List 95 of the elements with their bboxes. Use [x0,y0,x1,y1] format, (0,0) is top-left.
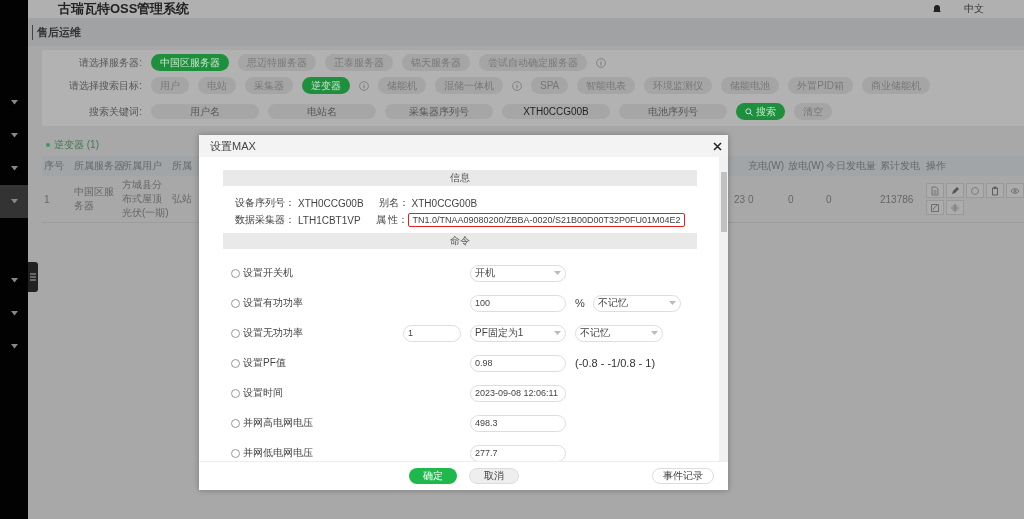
dropdown[interactable]: 开机 [470,264,566,282]
eye-icon [1010,185,1020,196]
info-value: XTH0CCG00B [297,196,365,210]
table-cell-text: 0 [825,193,833,205]
column-header: 累计发电 [879,159,921,173]
command-label: 并网低电网电压 [243,446,313,460]
table-cell-text: 中国区服务器 [73,185,115,213]
input-field[interactable]: 2023-09-08 12:06:11 [470,384,566,402]
info-label: 数据采集器： [235,213,295,227]
target-chip[interactable]: 逆变器 [302,77,350,94]
table-cell-text: 213786 [879,193,915,205]
pencil-icon [950,185,960,196]
caret-icon [10,278,18,283]
clipboard-icon [990,185,1000,196]
command-label: 设置开关机 [243,266,293,280]
input-field[interactable]: 277.7 [470,444,566,461]
search-button[interactable]: 搜索 [736,103,785,120]
info-value: TN1.0/TNAA09080200/ZBBA-0020/S21B00D00T32P0FU01M04E2 [408,213,685,227]
cancel-button[interactable]: 取消 [468,468,519,484]
dropdown[interactable]: PF固定为1 [470,324,566,342]
dropdown[interactable]: 不记忆 [575,324,663,342]
confirm-button[interactable]: 确定 [408,468,457,484]
clipboard-button[interactable] [986,183,1004,198]
caret-icon [10,100,18,105]
command-label: 设置时间 [243,386,283,400]
edit-button[interactable] [926,200,944,215]
table-cell-text: 0 [747,193,755,205]
menu-icon [30,273,36,281]
caret-icon [554,331,561,335]
page-title: 售后运维 [32,24,81,40]
document-icon [930,185,940,196]
caret-icon [10,133,18,138]
search-field[interactable]: 电站名 [268,104,376,119]
info-label: 设备序列号： [235,196,295,210]
search-field[interactable]: 用户名 [151,104,259,119]
collapse-handle[interactable] [28,262,38,292]
input-field[interactable]: 1 [403,324,461,342]
table-cell-text: 0 [787,193,795,205]
table-title: 逆变器 (1) [54,138,99,152]
info-icon[interactable] [359,80,369,91]
input-field[interactable]: 0.98 [470,354,566,372]
app-title: 古瑞瓦特OSS管理系统 [58,0,190,18]
sidebar-item[interactable] [0,185,28,218]
circle-button[interactable] [966,183,984,198]
info-value: LTH1CBT1VP [297,213,362,227]
info-icon[interactable] [596,57,606,68]
bell-icon[interactable] [932,4,942,14]
caret-icon [10,311,18,316]
command-label: 设置有功功率 [243,296,303,310]
language-selector[interactable]: 中文 [964,2,984,16]
crosshair-icon [950,202,960,213]
server-chip[interactable]: 中国区服务器 [151,54,229,71]
unit-label: % [575,297,585,309]
range-hint: (-0.8 - -1/0.8 - 1) [575,357,656,369]
info-label: 别名： [378,196,409,210]
column-header: 操作 [925,159,947,173]
crosshair-button[interactable] [946,200,964,215]
caret-icon [10,166,18,171]
document-button[interactable] [926,183,944,198]
caret-icon [668,301,676,305]
caret-icon [651,331,658,335]
dialog-title: 设置MAX [210,138,256,154]
close-icon [713,141,722,151]
input-field[interactable]: 498.3 [470,414,566,432]
search-field[interactable]: XTH0CCG00B [502,104,610,119]
search-field[interactable]: 电池序列号 [619,104,727,119]
info-value: XTH0CCG00B [410,196,479,210]
filter-label: 搜索关键词: [88,104,142,119]
caret-icon [10,344,18,349]
command-label: 设置PF值 [243,356,286,370]
section-title: 信息 [450,171,470,185]
close-button[interactable] [713,141,722,151]
scrollbar[interactable] [719,157,728,461]
caret-icon [554,271,561,275]
status-dot [46,143,50,147]
section-title: 命令 [450,234,470,248]
eye-button[interactable] [1006,183,1024,198]
command-label: 并网高电网电压 [243,416,313,430]
table-cell-text: 1 [43,193,51,205]
column-header: 放电(W) [787,159,824,173]
input-field[interactable]: 100 [470,294,566,312]
info-icon[interactable] [512,80,522,91]
filter-label: 请选择搜索目标: [68,78,142,93]
search-icon [745,107,753,116]
pencil-button[interactable] [946,183,964,198]
caret-icon [10,199,18,204]
command-label: 设置无功功率 [243,326,303,340]
dropdown[interactable]: 不记忆 [592,294,681,312]
info-label: 属 性： [375,213,409,227]
search-field[interactable]: 采集器序列号 [385,104,493,119]
edit-icon [930,202,940,213]
filter-label: 请选择服务器: [78,55,142,70]
table-cell-text: 23 [733,193,746,205]
circle-icon [970,185,980,196]
event-log-button[interactable]: 事件记录 [652,468,714,484]
